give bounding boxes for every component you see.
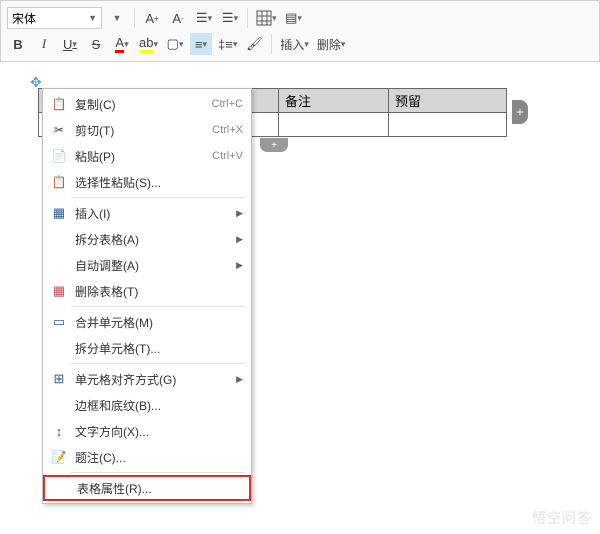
- add-row-handle[interactable]: +: [260, 138, 288, 152]
- text-direction-icon: [49, 424, 69, 439]
- table-cell[interactable]: [279, 113, 389, 137]
- chevron-down-icon: ▼: [88, 13, 97, 23]
- menu-delete-table[interactable]: 删除表格(T): [43, 278, 251, 304]
- menu-paste[interactable]: 粘贴(P) Ctrl+V: [43, 143, 251, 169]
- submenu-arrow-icon: ▶: [236, 260, 243, 271]
- menu-text-direction[interactable]: 文字方向(X)...: [43, 418, 251, 444]
- number-list-button[interactable]: ☰▾: [219, 7, 241, 29]
- line-spacing-button[interactable]: ‡≡▾: [216, 33, 239, 55]
- menu-borders-shading[interactable]: 边框和底纹(B)...: [43, 392, 251, 418]
- menu-cut[interactable]: 剪切(T) Ctrl+X: [43, 117, 251, 143]
- menu-split-table[interactable]: 拆分表格(A) ▶: [43, 226, 251, 252]
- submenu-arrow-icon: ▶: [236, 208, 243, 219]
- menu-insert[interactable]: 插入(I) ▶: [43, 200, 251, 226]
- decrease-font-button[interactable]: A-: [167, 7, 189, 29]
- underline-button[interactable]: U▾: [59, 33, 81, 55]
- font-color-button[interactable]: A▾: [111, 33, 133, 55]
- watermark: 悟空问答: [532, 508, 592, 528]
- highlight-button[interactable]: ab▾: [137, 33, 160, 55]
- delete-button[interactable]: 删除▾: [315, 33, 348, 55]
- menu-split-cells[interactable]: 拆分单元格(T)...: [43, 335, 251, 361]
- strike-button[interactable]: S: [85, 33, 107, 55]
- bold-button[interactable]: B: [7, 33, 29, 55]
- toolbar: 宋体 ▼ ▼ A+ A- ☰▾ ☰▾ ▾ ▤▾ B I U▾ S A▾ ab▾ …: [0, 0, 600, 62]
- italic-button[interactable]: I: [33, 33, 55, 55]
- delete-table-icon: [49, 283, 69, 299]
- table-icon: [49, 205, 69, 221]
- context-menu: 复制(C) Ctrl+C 剪切(T) Ctrl+X 粘贴(P) Ctrl+V 选…: [42, 88, 252, 504]
- border-button[interactable]: ▢▾: [164, 33, 186, 55]
- bullet-list-button[interactable]: ☰▾: [193, 7, 215, 29]
- menu-autofit[interactable]: 自动调整(A) ▶: [43, 252, 251, 278]
- align-button[interactable]: ≡▾: [190, 33, 212, 55]
- menu-merge-cells[interactable]: 合并单元格(M): [43, 309, 251, 335]
- layout-button[interactable]: ▤▾: [283, 7, 305, 29]
- paste-special-icon: [49, 175, 69, 189]
- submenu-arrow-icon: ▶: [236, 374, 243, 385]
- menu-copy[interactable]: 复制(C) Ctrl+C: [43, 91, 251, 117]
- merge-icon: [49, 314, 69, 330]
- insert-table-button[interactable]: ▾: [254, 7, 279, 29]
- table-cell[interactable]: [389, 113, 507, 137]
- menu-cell-align[interactable]: 单元格对齐方式(G) ▶: [43, 366, 251, 392]
- menu-table-properties[interactable]: 表格属性(R)...: [43, 475, 251, 501]
- table-header-cell[interactable]: 备注: [279, 89, 389, 113]
- font-name: 宋体: [12, 10, 36, 27]
- table-header-cell[interactable]: 预留: [389, 89, 507, 113]
- increase-font-button[interactable]: A+: [141, 7, 163, 29]
- format-painter-button[interactable]: 🖌: [243, 33, 265, 55]
- cut-icon: [49, 123, 69, 137]
- insert-button[interactable]: 插入▾: [278, 33, 311, 55]
- font-size-selector[interactable]: ▼: [106, 7, 128, 29]
- copy-icon: [49, 97, 69, 111]
- font-selector[interactable]: 宋体 ▼: [7, 7, 102, 29]
- menu-caption[interactable]: 题注(C)...: [43, 444, 251, 470]
- submenu-arrow-icon: ▶: [236, 234, 243, 245]
- paste-icon: [49, 149, 69, 163]
- add-column-handle[interactable]: +: [512, 100, 528, 124]
- caption-icon: [49, 450, 69, 464]
- align-icon: [49, 371, 69, 387]
- menu-paste-special[interactable]: 选择性粘贴(S)...: [43, 169, 251, 195]
